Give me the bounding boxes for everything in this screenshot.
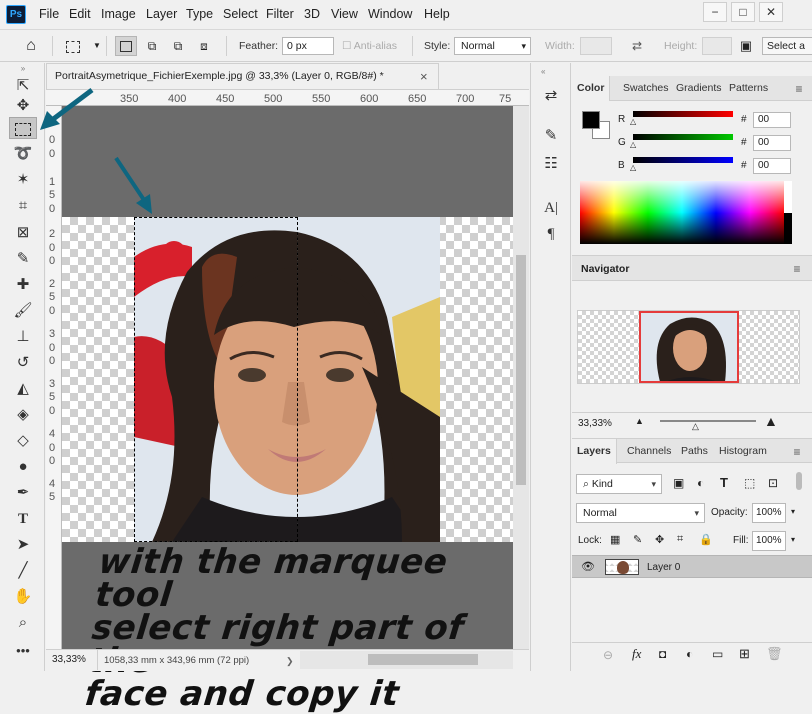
foreground-color-swatch[interactable] <box>582 111 600 129</box>
tutorial-caption: with the marquee tool select right part … <box>83 542 520 714</box>
visibility-eye-icon[interactable]: 👁 <box>581 560 595 573</box>
red-input[interactable]: 00 <box>753 112 791 128</box>
navigator-header: Navigator ≡ <box>572 255 812 281</box>
color-panel-tabs: Color Swatches Gradients Patterns ≡ <box>572 76 812 101</box>
red-slider[interactable] <box>633 111 733 117</box>
chevron-down-icon[interactable]: ▾ <box>791 507 795 516</box>
new-layer-icon[interactable]: ⊞ <box>739 646 750 662</box>
navigator-title: Navigator <box>581 263 630 275</box>
slider-handle-icon[interactable]: △ <box>630 163 636 172</box>
fill-input[interactable]: 100% <box>752 531 786 551</box>
adjustment-layer-icon[interactable]: ◐ <box>686 647 693 661</box>
blend-mode-value: Normal <box>583 507 617 519</box>
caption-line: with the marquee tool <box>93 542 450 615</box>
hash-label: # <box>741 137 747 148</box>
slider-handle-icon[interactable]: △ <box>630 117 636 126</box>
lock-position-icon[interactable]: ✥ <box>655 533 664 546</box>
brushes-panel-icon[interactable]: ✎ <box>538 124 564 148</box>
navigator-view-box[interactable] <box>639 311 739 383</box>
tab-swatches[interactable]: Swatches <box>618 76 674 101</box>
image-filter-icon[interactable]: ▣ <box>673 476 684 490</box>
layer-row[interactable]: 👁 Layer 0 <box>572 555 812 578</box>
tab-channels[interactable]: Channels <box>622 439 676 464</box>
color-spectrum[interactable] <box>580 181 784 244</box>
channel-label-g: G <box>618 137 626 148</box>
status-menu-icon[interactable]: ❯ <box>286 656 294 667</box>
arrow-to-marquee-tool <box>50 88 94 122</box>
tab-gradients[interactable]: Gradients <box>671 76 727 101</box>
divider <box>97 650 98 670</box>
layers-list-empty <box>572 578 812 642</box>
tab-layers[interactable]: Layers <box>572 439 617 464</box>
panel-menu-icon[interactable]: ≡ <box>790 446 804 458</box>
arrow-to-selection <box>114 156 146 202</box>
navigator-thumbnail[interactable] <box>577 310 800 384</box>
slider-handle-icon[interactable]: △ <box>630 140 636 149</box>
layer-filter-kind[interactable]: ⌕ Kind ▾ <box>576 474 662 494</box>
hash-label: # <box>741 160 747 171</box>
adjustment-filter-icon[interactable]: ◐ <box>697 476 704 490</box>
green-input[interactable]: 00 <box>753 135 791 151</box>
caption-line: face and copy it <box>83 674 402 714</box>
layer-name[interactable]: Layer 0 <box>647 562 680 573</box>
scrollbar-thumb[interactable] <box>368 654 478 665</box>
history-panel-icon[interactable]: ⇄ <box>538 84 564 108</box>
tab-histogram[interactable]: Histogram <box>714 439 772 464</box>
layer-thumbnail-face <box>617 561 629 574</box>
delete-layer-icon[interactable]: 🗑 <box>766 646 783 662</box>
blend-mode-select[interactable]: Normal ▾ <box>576 503 705 523</box>
hash-label: # <box>741 114 747 125</box>
zoom-out-icon[interactable]: ▲ <box>635 416 644 426</box>
lock-pixels-icon[interactable]: ✎ <box>633 533 642 546</box>
zoom-level[interactable]: 33,33% <box>52 654 86 665</box>
zoom-slider-handle[interactable]: △ <box>692 421 699 432</box>
zoom-slider[interactable] <box>660 420 756 422</box>
adjustments-panel-icon[interactable]: ☷ <box>538 152 564 176</box>
opacity-label: Opacity: <box>711 507 748 518</box>
green-slider[interactable] <box>633 134 733 140</box>
black-swatch[interactable] <box>784 213 792 244</box>
zoom-in-icon[interactable]: ▲ <box>764 413 778 429</box>
smart-object-filter-icon[interactable]: ⊡ <box>768 476 778 490</box>
panel-menu-icon[interactable]: ≡ <box>792 83 806 95</box>
filter-toggle[interactable] <box>796 472 802 490</box>
tab-paths[interactable]: Paths <box>676 439 713 464</box>
lock-label: Lock: <box>578 535 602 546</box>
paragraph-panel-icon[interactable]: ¶ <box>538 222 564 246</box>
add-mask-icon[interactable]: ◘ <box>659 647 666 661</box>
lock-transparency-icon[interactable]: ▦ <box>610 533 620 546</box>
document-info: 1058,33 mm x 343,96 mm (72 ppi) <box>104 655 250 666</box>
layers-panel-tabs: Layers Channels Paths Histogram ≡ <box>572 438 812 464</box>
fill-label: Fill: <box>733 535 749 546</box>
panel-menu-icon[interactable]: ≡ <box>790 263 804 275</box>
link-layers-icon[interactable]: ⊖ <box>603 648 613 662</box>
tab-patterns[interactable]: Patterns <box>724 76 773 101</box>
tab-color[interactable]: Color <box>572 76 611 101</box>
filter-kind-value: Kind <box>591 478 613 490</box>
layer-thumbnail <box>605 559 639 575</box>
white-swatch[interactable] <box>784 181 792 213</box>
character-panel-icon[interactable]: A| <box>538 196 564 220</box>
navigator-zoom-value[interactable]: 33,33% <box>578 418 612 429</box>
channel-label-b: B <box>618 160 625 171</box>
blue-input[interactable]: 00 <box>753 158 791 174</box>
blue-slider[interactable] <box>633 157 733 163</box>
collapse-panels-icon[interactable]: « <box>541 67 545 76</box>
type-filter-icon[interactable]: T <box>720 475 728 490</box>
shape-filter-icon[interactable]: ⬚ <box>744 476 755 490</box>
channel-label-r: R <box>618 114 626 125</box>
lock-artboard-icon[interactable]: ⌗ <box>677 533 683 546</box>
new-group-icon[interactable]: ▭ <box>712 647 723 661</box>
lock-all-icon[interactable]: 🔒 <box>699 533 713 546</box>
chevron-down-icon[interactable]: ▾ <box>791 535 795 544</box>
layer-style-icon[interactable]: fx <box>632 646 641 662</box>
opacity-input[interactable]: 100% <box>752 503 786 523</box>
